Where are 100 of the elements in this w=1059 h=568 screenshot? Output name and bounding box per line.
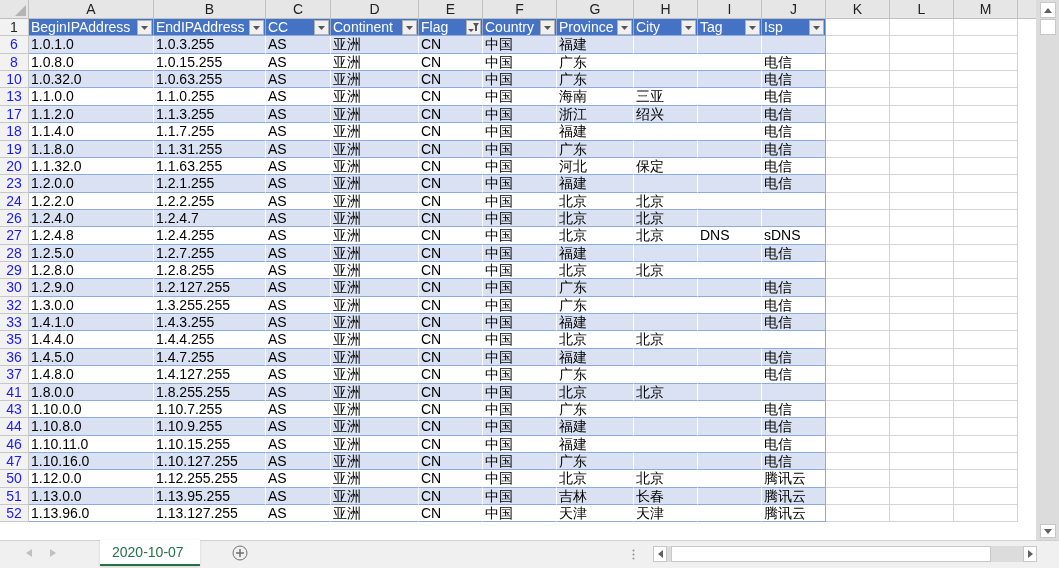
next-sheet-icon[interactable] (50, 549, 56, 557)
filter-button[interactable] (466, 20, 481, 35)
empty-cell[interactable] (954, 192, 1018, 210)
empty-cell[interactable] (954, 487, 1018, 506)
filter-button[interactable] (137, 20, 152, 35)
filter-button[interactable] (540, 20, 555, 35)
empty-cell[interactable] (954, 348, 1018, 367)
row-header[interactable]: 33 (0, 314, 29, 332)
splitter-handle-icon[interactable] (632, 549, 635, 560)
empty-cell[interactable] (954, 227, 1018, 245)
filter-button[interactable] (314, 20, 329, 35)
empty-cell[interactable] (890, 331, 954, 349)
empty-cell[interactable] (890, 470, 954, 488)
empty-cell[interactable] (954, 366, 1018, 384)
empty-cell[interactable] (890, 383, 954, 401)
scroll-left-button[interactable] (653, 546, 667, 562)
row-header[interactable]: 1 (0, 19, 29, 37)
empty-cell[interactable] (954, 505, 1018, 523)
vertical-scrollbar[interactable] (1036, 0, 1059, 540)
empty-cell[interactable] (890, 505, 954, 523)
filter-button[interactable] (402, 20, 417, 35)
row-header[interactable]: 18 (0, 123, 29, 141)
empty-cell[interactable] (890, 36, 954, 54)
empty-cell[interactable] (954, 19, 1018, 37)
row-header[interactable]: 35 (0, 331, 29, 349)
empty-cell[interactable] (954, 383, 1018, 401)
sheet-tab[interactable]: 2020-10-07 (100, 540, 200, 566)
scroll-thumb[interactable] (671, 546, 991, 562)
empty-cell[interactable] (890, 227, 954, 245)
filter-button[interactable] (809, 20, 824, 35)
empty-cell[interactable] (890, 400, 954, 419)
empty-cell[interactable] (954, 279, 1018, 297)
row-header[interactable]: 13 (0, 88, 29, 106)
empty-cell[interactable] (954, 470, 1018, 488)
row-header[interactable]: 23 (0, 175, 29, 193)
scroll-right-button[interactable] (1023, 546, 1037, 562)
scroll-down-button[interactable] (1039, 524, 1056, 538)
empty-cell[interactable] (954, 88, 1018, 106)
column-header[interactable]: F (483, 0, 557, 19)
column-header[interactable]: J (762, 0, 826, 19)
empty-cell[interactable] (890, 53, 954, 72)
empty-cell[interactable] (890, 487, 954, 506)
horizontal-scrollbar[interactable] (653, 546, 1037, 562)
row-header[interactable]: 44 (0, 418, 29, 436)
filter-button[interactable] (617, 20, 632, 35)
empty-cell[interactable] (954, 175, 1018, 193)
empty-cell[interactable] (954, 123, 1018, 141)
previous-sheet-icon[interactable] (26, 549, 32, 557)
empty-cell[interactable] (954, 435, 1018, 453)
empty-cell[interactable] (890, 279, 954, 297)
empty-cell[interactable] (890, 88, 954, 106)
empty-cell[interactable] (954, 418, 1018, 436)
empty-cell[interactable] (954, 400, 1018, 419)
row-header[interactable]: 29 (0, 262, 29, 280)
column-header[interactable]: A (29, 0, 154, 19)
empty-cell[interactable] (954, 314, 1018, 332)
column-header[interactable]: C (266, 0, 331, 19)
empty-cell[interactable] (890, 105, 954, 124)
empty-cell[interactable] (890, 140, 954, 158)
scroll-up-button[interactable] (1039, 2, 1056, 18)
empty-cell[interactable] (954, 36, 1018, 54)
empty-cell[interactable] (890, 348, 954, 367)
empty-cell[interactable] (890, 366, 954, 384)
column-header[interactable]: K (826, 0, 890, 19)
empty-cell[interactable] (890, 296, 954, 315)
column-header[interactable]: M (954, 0, 1018, 19)
empty-cell[interactable] (954, 209, 1018, 228)
empty-cell[interactable] (890, 244, 954, 263)
empty-cell[interactable] (890, 453, 954, 471)
empty-cell[interactable] (954, 262, 1018, 280)
row-header[interactable]: 10 (0, 71, 29, 89)
empty-cell[interactable] (954, 296, 1018, 315)
empty-cell[interactable] (954, 105, 1018, 124)
empty-cell[interactable] (890, 209, 954, 228)
filter-button[interactable] (249, 20, 264, 35)
row-header[interactable]: 6 (0, 36, 29, 54)
empty-cell[interactable] (954, 71, 1018, 89)
select-all-button[interactable] (0, 0, 29, 19)
row-header[interactable]: 27 (0, 227, 29, 245)
row-header[interactable]: 30 (0, 279, 29, 297)
empty-cell[interactable] (890, 175, 954, 193)
row-header[interactable]: 52 (0, 505, 29, 523)
empty-cell[interactable] (890, 435, 954, 453)
column-header[interactable]: L (890, 0, 954, 19)
empty-cell[interactable] (954, 140, 1018, 158)
empty-cell[interactable] (890, 123, 954, 141)
empty-cell[interactable] (954, 157, 1018, 176)
empty-cell[interactable] (890, 314, 954, 332)
column-header[interactable]: I (698, 0, 762, 19)
empty-cell[interactable] (890, 71, 954, 89)
empty-cell[interactable] (890, 192, 954, 210)
column-header[interactable]: D (331, 0, 419, 19)
empty-cell[interactable] (890, 157, 954, 176)
empty-cell[interactable] (954, 331, 1018, 349)
scroll-thumb[interactable] (1039, 19, 1056, 35)
filter-button[interactable] (745, 20, 760, 35)
empty-cell[interactable] (890, 19, 954, 37)
empty-cell[interactable] (954, 244, 1018, 263)
column-header[interactable]: H (634, 0, 698, 19)
column-header[interactable]: G (557, 0, 634, 19)
